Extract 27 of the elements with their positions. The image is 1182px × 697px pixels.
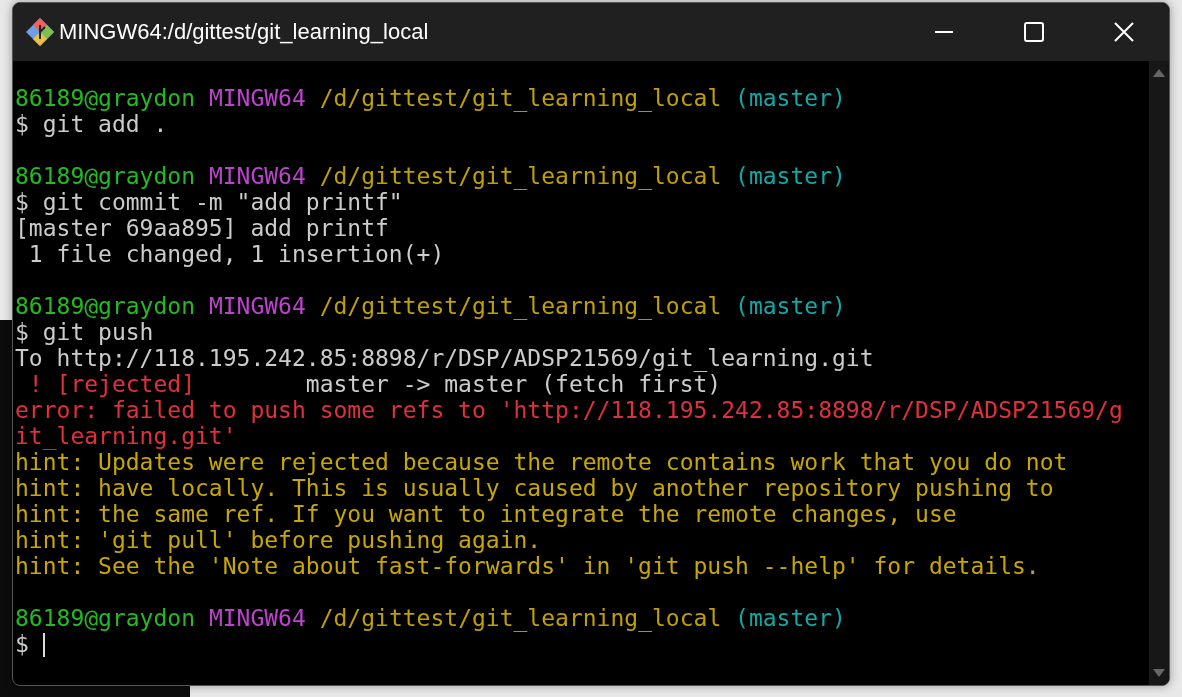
close-icon [1114,22,1134,42]
terminal-line: hint: the same ref. If you want to integrate the remote changes, use [15,501,957,527]
minimize-icon [935,31,953,33]
terminal-line: ! [rejected] master -> master (fetch first) [27,371,722,397]
terminal-line: $ git add . [15,111,168,137]
terminal-line: hint: have locally. This is usually caused by another repository pushing to [15,475,1054,501]
git-logo-icon [25,17,55,47]
terminal-line: hint: Updates were rejected because the remote contains work that you do not [15,449,1068,475]
scroll-down-icon[interactable] [1153,669,1165,677]
window-title: MINGW64:/d/gittest/git_learning_local [59,19,430,45]
terminal-line: 86189@graydon MINGW64 /d/gittest/git_learning_local (master) [15,85,846,111]
terminal-line: hint: 'git pull' before pushing again. [15,527,542,553]
terminal-line: 1 file changed, 1 insertion(+) [27,241,445,267]
maximize-icon [1024,22,1044,42]
terminal-line: it_learning.git' [15,423,237,449]
terminal-line: $ git push [15,319,154,345]
scroll-up-icon[interactable] [1153,69,1165,77]
terminal-line: $ [15,631,30,657]
terminal-line: 86189@graydon MINGW64 /d/gittest/git_learning_local (master) [15,605,846,631]
terminal-line: error: failed to push some refs to 'http://118.195.242.85:8898/r/DSP/ADSP21569/g [15,397,1123,423]
terminal-line: [master 69aa895] add printf [15,215,389,241]
terminal-line: 86189@graydon MINGW64 /d/gittest/git_learning_local (master) [15,293,846,319]
terminal-line: To http://118.195.242.85:8898/r/DSP/ADSP21569/git_learning.git [15,345,874,371]
terminal-line: $ git commit -m "add printf" [15,189,403,215]
scrollbar[interactable] [1149,61,1169,685]
terminal-line: hint: See the 'Note about fast-forwards' in 'git push --help' for details. [15,553,1040,579]
terminal-line: 86189@graydon MINGW64 /d/gittest/git_learning_local (master) [15,163,846,189]
